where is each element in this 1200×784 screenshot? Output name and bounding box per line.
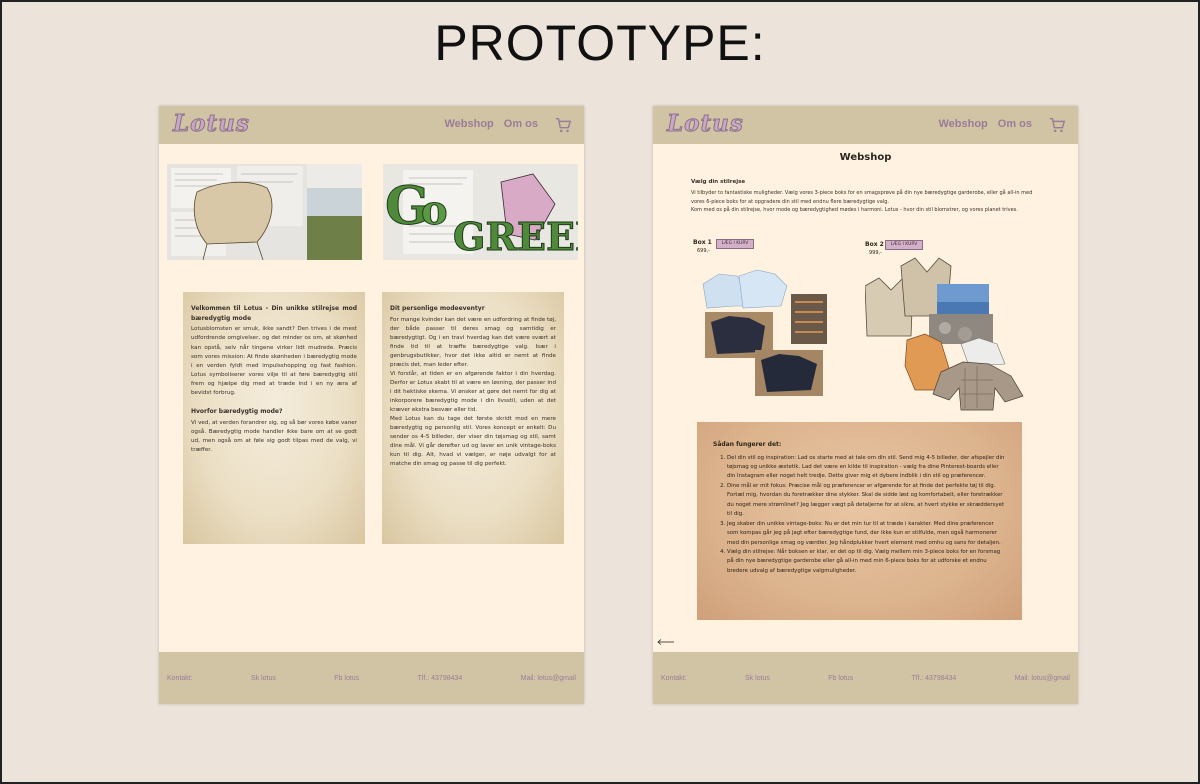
box1-clothes-image	[702, 269, 827, 396]
site-header: Lotus Webshop Om os	[653, 106, 1078, 144]
how-step: Vælg din stilrejse: Når boksen er klar, …	[727, 548, 1006, 576]
footer-contact: Kontakt:	[167, 674, 193, 682]
intro-card: Velkommen til Lotus - Din unikke stilrej…	[183, 292, 365, 544]
footer-phone[interactable]: Tlf.: 43798434	[418, 675, 463, 682]
footer-snapchat[interactable]: Sk lotus	[745, 675, 770, 682]
collage-image-receipts	[167, 164, 362, 260]
adventure-paragraph-3: Med Lotus kan du tage det første skridt …	[390, 416, 556, 468]
footer-facebook[interactable]: Fb lotus	[334, 675, 359, 682]
cart-icon[interactable]	[554, 116, 572, 134]
how-step: Del din stil og inspiration: Lad os star…	[727, 454, 1006, 482]
nav-about[interactable]: Om os	[504, 118, 538, 130]
how-it-works-card: Sådan fungerer det: Del din stil og insp…	[697, 422, 1022, 620]
box2-add-to-cart-button[interactable]: LÆG I KURV	[885, 240, 923, 250]
footer-mail[interactable]: Mail: lotus@gmail	[1015, 675, 1070, 682]
how-heading: Sådan fungerer det:	[713, 441, 782, 448]
footer-contact: Kontakt:	[661, 674, 687, 682]
box1-label: Box 1	[693, 239, 712, 246]
style-journey-intro: Vælg din stilrejse Vi tilbyder to fantas…	[691, 178, 1041, 215]
box1-price: 699,-	[697, 248, 710, 254]
footer-snapchat[interactable]: Sk lotus	[251, 675, 276, 682]
intro-paragraph: Lotusblomsten er smuk, ikke sandt? Den t…	[191, 326, 357, 396]
webshop-mockup: Lotus Webshop Om os Webshop Vælg din sti…	[653, 106, 1078, 704]
how-step: Jeg skaber din unikke vintage-boks: Nu e…	[727, 520, 1006, 548]
nav-about[interactable]: Om os	[998, 118, 1032, 130]
intro-paragraph-2: Kom med os på din stilrejse, hvor mode o…	[691, 207, 1018, 214]
footer-facebook[interactable]: Fb lotus	[828, 675, 853, 682]
why-paragraph: Vi ved, at verden forandrer sig, og så b…	[191, 419, 357, 453]
homepage-mockup: Lotus Webshop Om os G o GREE Velkommen t…	[159, 106, 584, 704]
adventure-heading: Dit personlige modeeventyr	[390, 305, 485, 312]
back-arrow-icon[interactable]	[657, 639, 675, 645]
svg-text:o: o	[421, 187, 448, 234]
how-step: Dine mål er mit fokus: Præcise mål og pr…	[727, 482, 1006, 520]
adventure-card: Dit personlige modeeventyr For mange kvi…	[382, 292, 564, 544]
logo[interactable]: Lotus	[667, 110, 744, 138]
intro-heading: Vælg din stilrejse	[691, 179, 746, 185]
intro-paragraph-1: Vi tilbyder to fantastiske muligheder. V…	[691, 190, 1033, 205]
box1-add-to-cart-button[interactable]: LÆG I KURV	[716, 239, 754, 249]
nav-webshop[interactable]: Webshop	[444, 118, 493, 130]
svg-text:GREEN: GREEN	[453, 214, 578, 259]
how-steps-list: Del din stil og inspiration: Lad os star…	[713, 454, 1006, 577]
footer-phone[interactable]: Tlf.: 43798434	[912, 675, 957, 682]
site-footer: Kontakt: Sk lotus Fb lotus Tlf.: 4379843…	[159, 652, 584, 704]
box2-label: Box 2	[865, 241, 884, 248]
intro-heading: Velkommen til Lotus - Din unikke stilrej…	[191, 305, 357, 322]
collage-image-go-green: G o GREEN	[383, 164, 578, 260]
webshop-title: Webshop	[839, 152, 892, 163]
nav-webshop[interactable]: Webshop	[938, 118, 987, 130]
adventure-paragraph-1: For mange kvinder kan det være en udford…	[390, 316, 556, 368]
why-heading: Hvorfor bæredygtig mode?	[191, 407, 283, 415]
adventure-paragraph-2: Vi forstår, at tiden er en afgørende fak…	[390, 371, 556, 414]
site-footer: Kontakt: Sk lotus Fb lotus Tlf.: 4379843…	[653, 652, 1078, 704]
box2-clothes-image	[865, 257, 1024, 411]
frame-title: PROTOTYPE:	[434, 15, 766, 71]
cart-icon[interactable]	[1048, 116, 1066, 134]
logo[interactable]: Lotus	[173, 110, 250, 138]
nav: Webshop Om os	[938, 118, 1032, 130]
nav: Webshop Om os	[444, 118, 538, 130]
footer-mail[interactable]: Mail: lotus@gmail	[521, 675, 576, 682]
site-header: Lotus Webshop Om os	[159, 106, 584, 144]
